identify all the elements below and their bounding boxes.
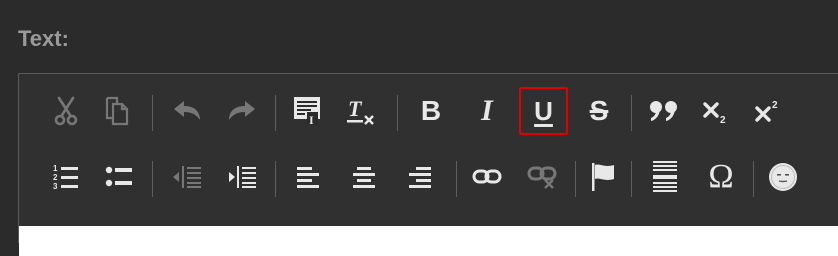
subscript-icon: 2 — [703, 102, 726, 124]
svg-text:3: 3 — [53, 182, 58, 190]
svg-text:I: I — [309, 113, 314, 126]
unlink-icon — [527, 166, 557, 189]
svg-text:T: T — [348, 96, 363, 121]
svg-text:2: 2 — [720, 115, 726, 124]
toolbar-separator — [152, 161, 153, 197]
omega-icon: Ω — [708, 158, 734, 195]
align-center-icon — [353, 167, 375, 188]
editor-content-area[interactable] — [19, 226, 838, 256]
redo-icon — [229, 101, 255, 120]
bulleted-list-icon — [105, 166, 132, 187]
quote-icon — [650, 101, 677, 121]
anchor-button[interactable] — [583, 157, 623, 197]
underline-button[interactable]: U — [519, 87, 568, 135]
toolbar-separator — [275, 161, 276, 197]
link-icon — [472, 169, 502, 184]
align-right-button[interactable] — [399, 157, 439, 197]
unlink-button[interactable] — [522, 157, 562, 197]
toolbar-separator — [575, 161, 576, 197]
scissors-icon — [54, 96, 78, 126]
horizontal-line-icon — [653, 161, 677, 192]
numbered-list-button[interactable]: 123 — [46, 157, 86, 197]
superscript-button[interactable]: 2 — [749, 91, 789, 131]
strikethrough-icon: S — [589, 95, 609, 126]
outdent-button[interactable] — [167, 157, 207, 197]
blockquote-button[interactable] — [644, 91, 684, 131]
align-left-icon — [297, 167, 319, 188]
editor-toolbar: I T B I U S 2 2 1 2 3 Ω — [19, 74, 838, 224]
outdent-icon — [173, 166, 201, 188]
cut-button[interactable] — [46, 91, 86, 131]
toolbar-separator — [152, 95, 153, 131]
strikethrough-button[interactable]: S — [579, 91, 619, 131]
svg-text:1: 1 — [53, 164, 58, 173]
svg-text:2: 2 — [53, 173, 58, 182]
align-left-button[interactable] — [289, 157, 329, 197]
numbered-list-icon: 123 — [53, 164, 78, 190]
toolbar-separator — [753, 161, 754, 197]
indent-icon — [229, 166, 256, 188]
toolbar-separator — [397, 95, 398, 131]
redo-button[interactable] — [222, 91, 262, 131]
smiley-icon — [769, 163, 797, 191]
flag-icon — [592, 163, 614, 191]
paste-text-icon: I — [294, 97, 320, 126]
paste-text-button[interactable]: I — [287, 91, 327, 131]
undo-icon — [174, 101, 200, 120]
link-button[interactable] — [467, 157, 507, 197]
underline-icon: U — [534, 96, 553, 126]
align-right-icon — [409, 167, 431, 188]
subscript-button[interactable]: 2 — [697, 91, 737, 131]
copy-icon — [105, 96, 129, 126]
undo-button[interactable] — [167, 91, 207, 131]
copy-button[interactable] — [97, 91, 137, 131]
superscript-icon: 2 — [755, 100, 778, 122]
rich-text-editor: I T B I U S 2 2 1 2 3 Ω — [18, 73, 838, 256]
remove-format-icon: T — [347, 96, 374, 125]
field-label: Text: — [18, 26, 69, 51]
toolbar-separator — [631, 95, 632, 131]
bold-icon: B — [420, 95, 442, 126]
horizontal-line-button[interactable] — [645, 157, 685, 197]
special-char-button[interactable]: Ω — [701, 157, 741, 197]
toolbar-separator — [631, 161, 632, 197]
bulleted-list-button[interactable] — [99, 157, 139, 197]
remove-format-button[interactable]: T — [341, 91, 381, 131]
italic-icon: I — [481, 94, 493, 127]
indent-button[interactable] — [222, 157, 262, 197]
svg-text:2: 2 — [772, 100, 778, 111]
toolbar-separator — [456, 161, 457, 197]
align-center-button[interactable] — [344, 157, 384, 197]
emoji-button[interactable] — [763, 157, 803, 197]
italic-button[interactable]: I — [467, 91, 507, 131]
toolbar-separator — [275, 95, 276, 131]
bold-button[interactable]: B — [411, 91, 451, 131]
